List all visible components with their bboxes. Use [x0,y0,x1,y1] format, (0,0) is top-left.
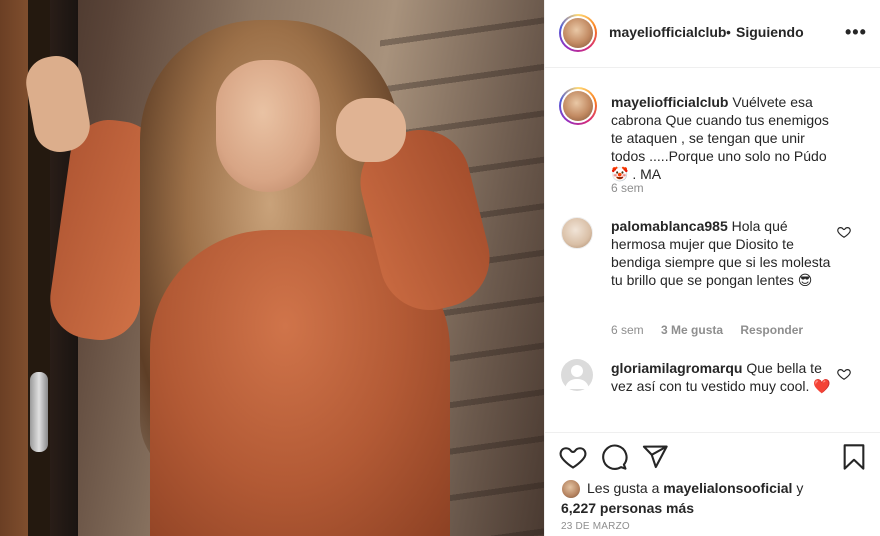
likes-prefix: Les gusta a [587,480,660,496]
likes-joiner: y [796,480,804,496]
caption-username[interactable]: mayeliofficialclub [611,94,728,110]
comment-icon[interactable] [600,443,628,471]
heart-icon[interactable] [559,443,587,471]
post-date[interactable]: 23 DE MARZO [561,521,630,532]
post-photo[interactable] [0,0,544,536]
likes-others[interactable]: 6,227 personas más [561,500,694,516]
commenter-avatar[interactable] [561,359,593,391]
post-actions: Les gusta a mayelialonsooficial y 6,227 … [545,432,880,536]
comment-likes[interactable]: 3 Me gusta [661,323,723,337]
author-avatar[interactable] [559,14,597,52]
author-username[interactable]: mayeliofficialclub [609,24,726,40]
heart-icon[interactable] [837,367,851,381]
comment-time[interactable]: 6 sem [611,323,644,337]
likes-summary: Les gusta a mayelialonsooficial y 6,227 … [561,479,861,517]
door-handle [30,372,48,452]
commenter-username[interactable]: gloriamilagromarqu [611,360,742,376]
commenter-avatar[interactable] [561,217,593,249]
liker-avatar[interactable] [561,479,581,500]
default-avatar-icon [565,365,589,389]
comments-list[interactable]: mayeliofficialclub Vuélvete esa cabrona … [545,69,880,431]
caption-text: mayeliofficialclub Vuélvete esa cabrona … [611,93,841,183]
right-hand [336,98,406,162]
comment-text: palomablanca985 Hola qué hermosa mujer q… [611,217,841,289]
paper-plane-icon[interactable] [641,443,669,471]
comment-meta: 6 sem 3 Me gusta Responder [611,323,817,337]
heart-icon[interactable] [837,225,851,239]
reply-button[interactable]: Responder [740,323,803,337]
post-header: mayeliofficialclub • Siguiendo ••• [545,0,880,68]
caption-meta: 6 sem [611,181,658,195]
caption-avatar[interactable] [559,87,597,125]
separator-dot: • [726,24,731,40]
caption-time[interactable]: 6 sem [611,181,644,195]
more-options-icon[interactable]: ••• [845,22,867,43]
liker-username[interactable]: mayelialonsooficial [663,480,792,496]
face [216,60,320,192]
commenter-username[interactable]: palomablanca985 [611,218,728,234]
comment-text: gloriamilagromarqu Que bella te vez así … [611,359,841,395]
follow-status-button[interactable]: Siguiendo [736,24,804,40]
bookmark-icon[interactable] [840,443,868,471]
post-side-panel: mayeliofficialclub • Siguiendo ••• mayel… [544,0,880,536]
